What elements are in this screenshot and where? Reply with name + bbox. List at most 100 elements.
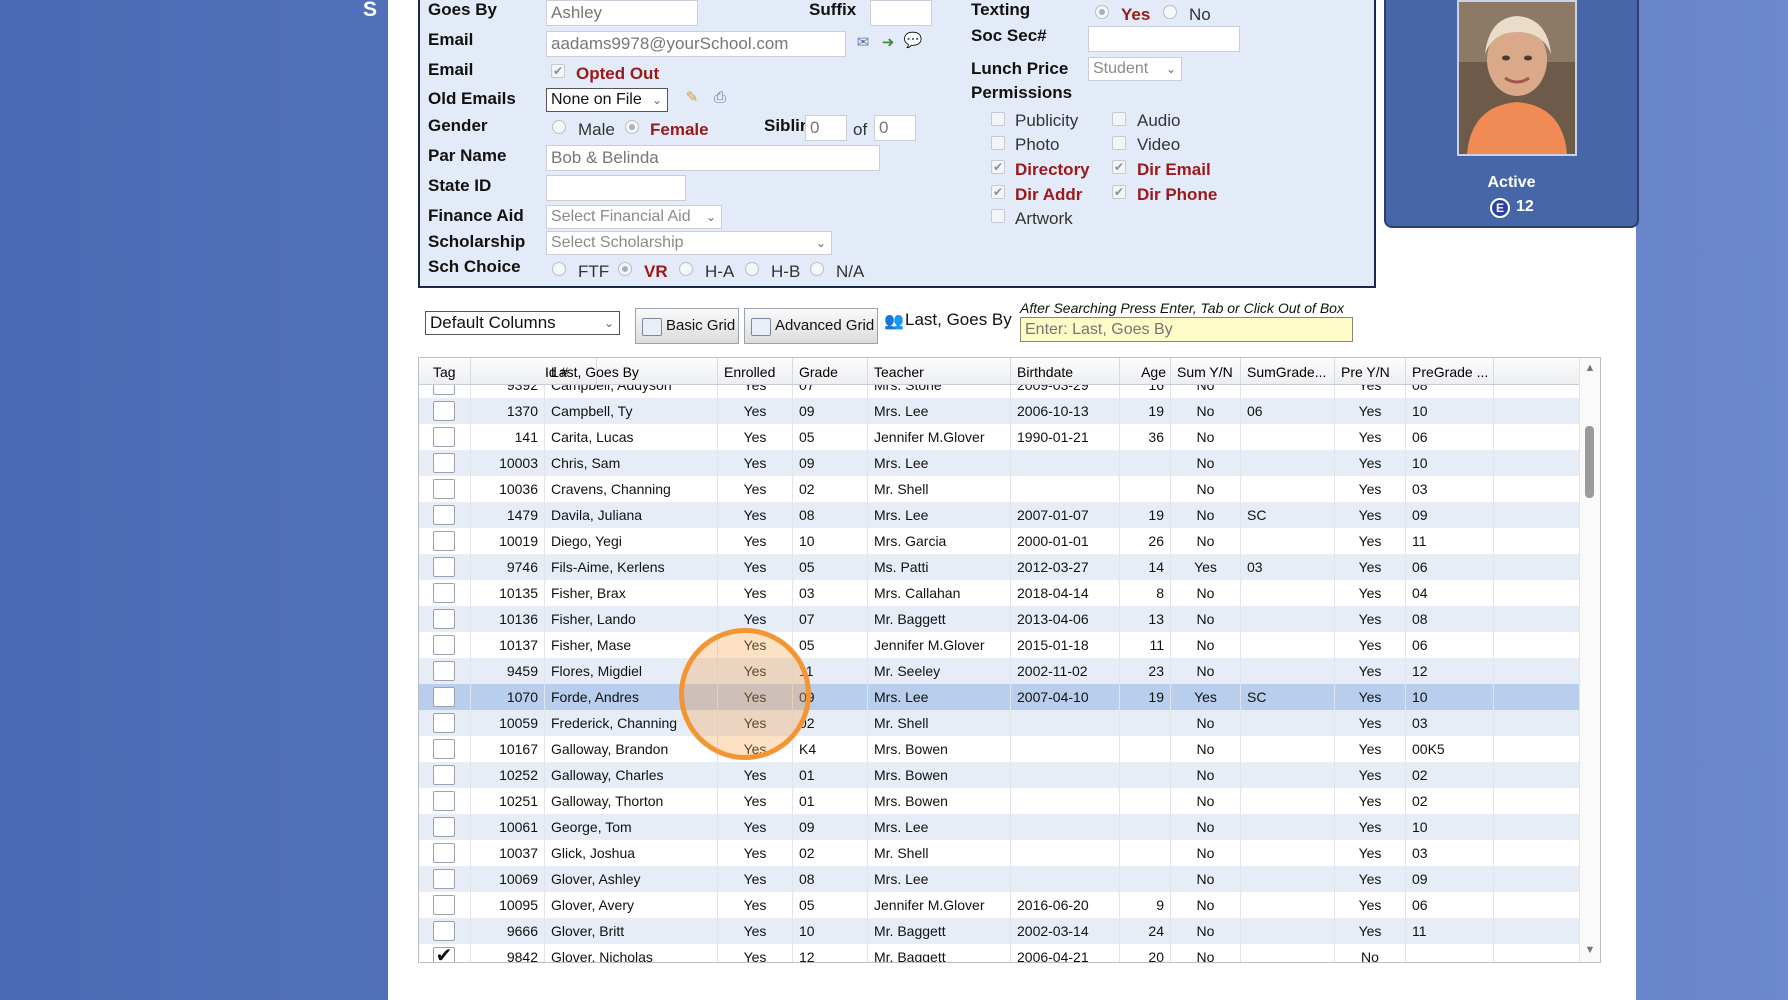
- student-photo[interactable]: [1457, 0, 1577, 156]
- suffix-input[interactable]: [870, 0, 932, 26]
- texting-no-radio[interactable]: [1163, 5, 1177, 19]
- tag-checkbox[interactable]: ✔: [433, 946, 455, 962]
- tag-checkbox[interactable]: [433, 505, 455, 525]
- tag-checkbox[interactable]: [433, 385, 455, 395]
- advanced-grid-button[interactable]: Advanced Grid: [744, 308, 878, 344]
- chat-icon[interactable]: 💬: [903, 32, 923, 50]
- finance-aid-select[interactable]: Select Financial Aid ⌄: [546, 205, 722, 229]
- email-input[interactable]: aadams9978@yourSchool.com: [546, 31, 846, 57]
- photo-checkbox[interactable]: [991, 136, 1005, 150]
- email-send-icon[interactable]: ➜: [878, 34, 898, 52]
- grid-scrollbar[interactable]: ▲ ▼: [1579, 358, 1600, 962]
- video-checkbox[interactable]: [1112, 136, 1126, 150]
- sch-choice-vr-radio[interactable]: [618, 262, 632, 276]
- tag-checkbox[interactable]: [433, 765, 455, 785]
- sibling-input[interactable]: 0: [805, 115, 847, 141]
- table-row[interactable]: 9666 Glover, Britt Yes 10 Mr. Baggett 2002-03…: [419, 918, 1581, 944]
- col-pregrade[interactable]: PreGrade ...: [1406, 358, 1494, 384]
- table-row[interactable]: 10137 Fisher, Mase Yes 05 Jennifer M.Glover 2…: [419, 632, 1581, 658]
- tag-checkbox[interactable]: [433, 557, 455, 577]
- tag-checkbox[interactable]: [433, 531, 455, 551]
- tag-checkbox[interactable]: [433, 921, 455, 941]
- scroll-thumb[interactable]: [1585, 426, 1594, 498]
- table-row[interactable]: 10061 George, Tom Yes 09 Mrs. Lee No Yes 10: [419, 814, 1581, 840]
- scroll-up-icon[interactable]: ▲: [1583, 362, 1597, 374]
- audio-checkbox[interactable]: [1112, 112, 1126, 126]
- tag-checkbox[interactable]: [433, 609, 455, 629]
- state-id-input[interactable]: [546, 175, 686, 201]
- table-row[interactable]: 10251 Galloway, Thorton Yes 01 Mrs. Bowen No Y…: [419, 788, 1581, 814]
- table-row[interactable]: 10167 Galloway, Brandon Yes K4 Mrs. Bowen No Y…: [419, 736, 1581, 762]
- table-row[interactable]: 9459 Flores, Migdiel Yes 11 Mr. Seeley 2002-1…: [419, 658, 1581, 684]
- col-pre-yn[interactable]: Pre Y/N: [1335, 358, 1406, 384]
- artwork-checkbox[interactable]: [991, 209, 1005, 223]
- tag-checkbox[interactable]: [433, 895, 455, 915]
- table-row[interactable]: 141 Carita, Lucas Yes 05 Jennifer M.Glover 19…: [419, 424, 1581, 450]
- table-row[interactable]: 10252 Galloway, Charles Yes 01 Mrs. Bowen No Y…: [419, 762, 1581, 788]
- sch-choice-na-radio[interactable]: [810, 262, 824, 276]
- table-row[interactable]: 10136 Fisher, Lando Yes 07 Mr. Baggett 2013-0…: [419, 606, 1581, 632]
- directory-checkbox[interactable]: ✔: [991, 160, 1005, 174]
- sibling-total-input[interactable]: 0: [874, 115, 916, 141]
- tag-checkbox[interactable]: [433, 661, 455, 681]
- lunch-price-select[interactable]: Student ⌄: [1088, 57, 1182, 81]
- tag-checkbox[interactable]: [433, 635, 455, 655]
- sch-choice-hb-radio[interactable]: [745, 262, 759, 276]
- tag-checkbox[interactable]: [433, 687, 455, 707]
- dir-email-checkbox[interactable]: ✔: [1112, 160, 1126, 174]
- dir-addr-checkbox[interactable]: ✔: [991, 185, 1005, 199]
- dir-phone-checkbox[interactable]: ✔: [1112, 185, 1126, 199]
- table-row[interactable]: 10037 Glick, Joshua Yes 02 Mr. Shell No Yes 03: [419, 840, 1581, 866]
- columns-select[interactable]: Default Columns ⌄: [425, 311, 620, 335]
- table-row[interactable]: ✔ 9842 Glover, Nicholas Yes 12 Mr. Baggett 200…: [419, 944, 1581, 962]
- search-input[interactable]: [1020, 317, 1353, 342]
- goes-by-input[interactable]: Ashley: [546, 0, 698, 26]
- table-row[interactable]: 9746 Fils-Aime, Kerlens Yes 05 Ms. Patti 2012…: [419, 554, 1581, 580]
- table-row[interactable]: 10059 Frederick, Channing Yes 02 Mr. Shell No…: [419, 710, 1581, 736]
- table-row[interactable]: 10095 Glover, Avery Yes 05 Jennifer M.Glover…: [419, 892, 1581, 918]
- tag-checkbox[interactable]: [433, 453, 455, 473]
- par-name-input[interactable]: Bob & Belinda: [546, 145, 880, 171]
- col-age[interactable]: Age: [1120, 358, 1171, 384]
- col-grade[interactable]: Grade: [793, 358, 868, 384]
- gender-female-radio[interactable]: [625, 120, 639, 134]
- edit-email-icon[interactable]: ✎: [682, 89, 702, 107]
- gender-male-radio[interactable]: [552, 120, 566, 134]
- old-emails-select[interactable]: None on File ⌄: [546, 88, 668, 112]
- sch-choice-ftf-radio[interactable]: [552, 262, 566, 276]
- col-tag[interactable]: Tag: [419, 358, 471, 384]
- col-enrolled[interactable]: Enrolled: [718, 358, 793, 384]
- tag-checkbox[interactable]: [433, 713, 455, 733]
- col-sum-yn[interactable]: Sum Y/N: [1171, 358, 1241, 384]
- soc-sec-input[interactable]: [1088, 26, 1240, 52]
- basic-grid-button[interactable]: Basic Grid: [635, 308, 739, 344]
- table-row[interactable]: 1479 Davila, Juliana Yes 08 Mrs. Lee 2007-01-…: [419, 502, 1581, 528]
- table-row[interactable]: 10036 Cravens, Channing Yes 02 Mr. Shell No Ye…: [419, 476, 1581, 502]
- tag-checkbox[interactable]: [433, 427, 455, 447]
- printer-icon[interactable]: ⎙: [710, 89, 730, 107]
- opted-out-checkbox[interactable]: ✔: [551, 64, 565, 78]
- col-teacher[interactable]: Teacher: [868, 358, 1011, 384]
- table-row[interactable]: 1370 Campbell, Ty Yes 09 Mrs. Lee 2006-10-13 1…: [419, 398, 1581, 424]
- tag-checkbox[interactable]: [433, 843, 455, 863]
- table-row[interactable]: 9392 Campbell, Addyson Yes 07 Mrs. Stone 2009…: [419, 385, 1581, 398]
- tag-checkbox[interactable]: [433, 479, 455, 499]
- table-row[interactable]: 1070 Forde, Andres Yes 09 Mrs. Lee 2007-04-10…: [419, 684, 1581, 710]
- scholarship-select[interactable]: Select Scholarship ⌄: [546, 231, 832, 255]
- tag-checkbox[interactable]: [433, 401, 455, 421]
- tag-checkbox[interactable]: [433, 739, 455, 759]
- col-birthdate[interactable]: Birthdate: [1011, 358, 1120, 384]
- tag-checkbox[interactable]: [433, 817, 455, 837]
- texting-yes-radio[interactable]: [1095, 5, 1109, 19]
- table-row[interactable]: 10135 Fisher, Brax Yes 03 Mrs. Callahan 2018-…: [419, 580, 1581, 606]
- scroll-down-icon[interactable]: ▼: [1583, 944, 1597, 956]
- sch-choice-ha-radio[interactable]: [679, 262, 693, 276]
- tag-checkbox[interactable]: [433, 869, 455, 889]
- table-row[interactable]: 10069 Glover, Ashley Yes 08 Mrs. Lee No Yes 09: [419, 866, 1581, 892]
- email-compose-icon[interactable]: ✉: [853, 34, 873, 52]
- col-sumgrade[interactable]: SumGrade...: [1241, 358, 1335, 384]
- col-name[interactable]: Last, Goes By: [545, 358, 718, 384]
- tag-checkbox[interactable]: [433, 583, 455, 603]
- table-row[interactable]: 10003 Chris, Sam Yes 09 Mrs. Lee No Yes 10: [419, 450, 1581, 476]
- publicity-checkbox[interactable]: [991, 112, 1005, 126]
